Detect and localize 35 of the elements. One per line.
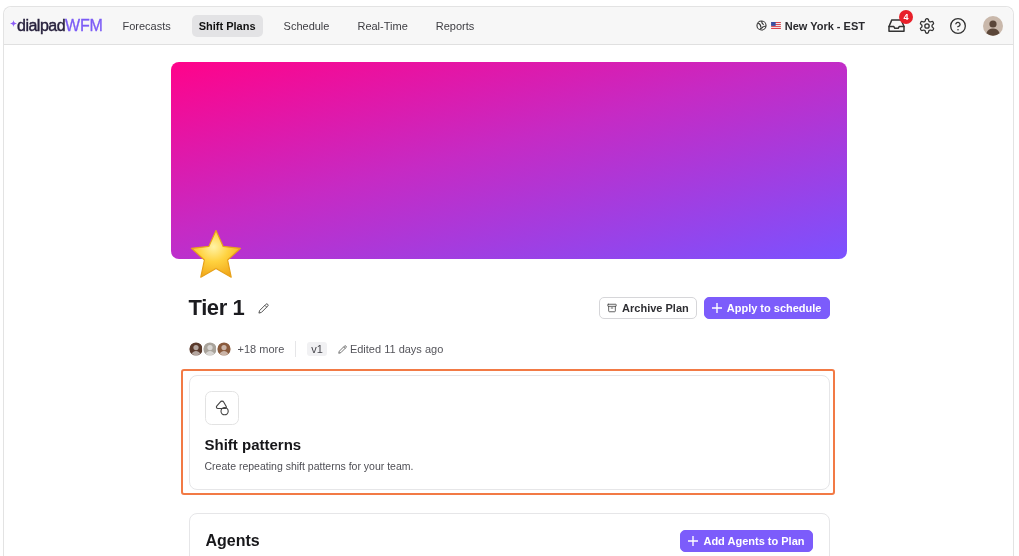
section-card[interactable]: Shift patterns Create repeating shift patterns for your team.	[188, 375, 830, 490]
plan-title: Tier 1	[188, 296, 245, 320]
app-logo[interactable]: dialpadWFM	[17, 15, 103, 36]
nav-tab[interactable]: Shift Plans	[191, 14, 263, 37]
nav-tab[interactable]: Real-Time	[350, 14, 415, 37]
member-count[interactable]: +18 more	[237, 343, 285, 355]
timezone-selector[interactable]: New York - EST	[755, 19, 865, 32]
plus-icon	[688, 536, 699, 546]
apply-button[interactable]: Apply to schedule	[703, 297, 830, 319]
nav-tab[interactable]: Schedule	[276, 14, 337, 37]
pencil-icon	[337, 344, 347, 354]
archive-button[interactable]: Archive Plan	[599, 297, 697, 319]
edited-time: Edited 11 days ago	[349, 343, 444, 355]
add-agents-button[interactable]: Add Agents to Plan	[680, 530, 813, 552]
help-icon[interactable]	[950, 17, 966, 34]
shapes-icon	[204, 391, 239, 425]
section-title: Agents	[205, 532, 260, 550]
settings-icon[interactable]	[919, 17, 935, 34]
nav-tab[interactable]: Reports	[428, 14, 482, 37]
plus-icon	[711, 303, 722, 313]
version-tag: v1	[307, 342, 327, 356]
avatar-icon	[187, 341, 204, 357]
notification-count: 4	[899, 10, 913, 24]
section-description: Create repeating shift patterns for your team.	[204, 460, 415, 472]
globe-icon	[755, 20, 767, 31]
sparkle-icon	[10, 19, 17, 27]
avatar-icon	[201, 341, 218, 357]
section-title: Shift patterns	[204, 436, 303, 453]
nav-tab[interactable]: Forecasts	[115, 14, 178, 37]
pencil-icon[interactable]	[258, 302, 270, 314]
flag-icon	[770, 22, 781, 29]
archive-icon	[607, 303, 618, 313]
inbox-icon[interactable]	[888, 18, 905, 33]
user-avatar[interactable]	[983, 15, 1003, 36]
avatar-icon	[215, 341, 232, 357]
